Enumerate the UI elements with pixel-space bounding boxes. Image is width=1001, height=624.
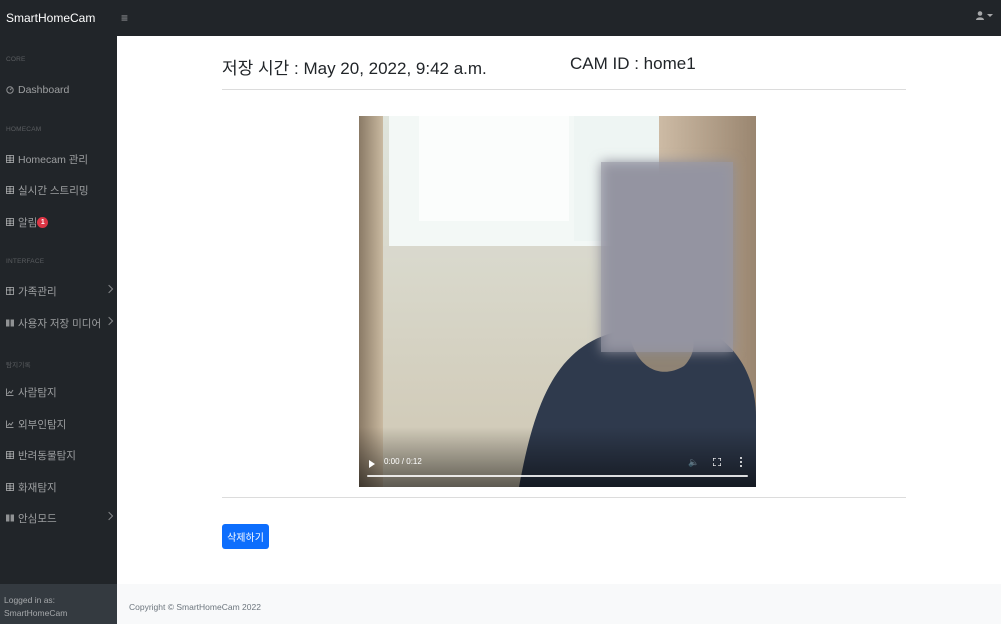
delete-button[interactable]: 삭제하기 [222, 524, 269, 549]
footer: Copyright © SmartHomeCam 2022 [117, 584, 1001, 624]
video-controls: 0:00 / 0:12 🔈 [359, 427, 756, 487]
play-icon[interactable] [369, 460, 375, 468]
divider-top [222, 89, 906, 90]
table-icon [6, 451, 14, 459]
fullscreen-icon[interactable] [713, 458, 721, 466]
video-time: 0:00 / 0:12 [384, 457, 422, 466]
logged-in-label: Logged in as: [4, 595, 56, 605]
sidebar-heading-detection: 탐지기록 [6, 362, 31, 369]
sidebar-item-homecam-manage[interactable]: Homecam 관리 [6, 150, 112, 168]
sidebar-item-live-streaming[interactable]: 실시간 스트리밍 [6, 181, 112, 199]
chevron-right-icon [104, 511, 114, 521]
sidebar-heading-homecam: HOMECAM [6, 126, 42, 133]
chevron-right-icon [104, 316, 114, 326]
sidebar-item-label: 사람탐지 [18, 386, 57, 399]
sidebar-heading-core: CORE [6, 56, 26, 63]
copyright-text: Copyright © SmartHomeCam 2022 [129, 602, 261, 612]
more-options-icon[interactable] [740, 457, 743, 467]
video-progress-bar[interactable] [367, 475, 748, 477]
table-icon [6, 287, 14, 295]
chart-icon [6, 388, 14, 396]
dashboard-icon [6, 86, 14, 94]
table-icon [6, 218, 14, 226]
sidebar: CORE Dashboard HOMECAM Homecam 관리 실시간 스트… [0, 36, 117, 624]
sidebar-item-user-media[interactable]: 사용자 저장 미디어 [6, 314, 114, 332]
top-navbar: SmartHomeCam ≡ [0, 0, 1001, 36]
sidebar-item-label: 사용자 저장 미디어 [18, 317, 102, 330]
sidebar-footer: Logged in as: SmartHomeCam [0, 584, 117, 624]
table-icon [6, 186, 14, 194]
chart-icon [6, 420, 14, 428]
sidebar-item-label: 실시간 스트리밍 [18, 184, 89, 197]
sidebar-item-family[interactable]: 가족관리 [6, 282, 114, 300]
brand-link[interactable]: SmartHomeCam [0, 11, 117, 25]
caret-down-icon [987, 14, 993, 17]
sidebar-item-label: 가족관리 [18, 285, 57, 298]
chevron-right-icon [104, 284, 114, 294]
sidebar-item-person-detect[interactable]: 사람탐지 [6, 383, 112, 401]
sidebar-item-stranger-detect[interactable]: 외부인탐지 [6, 415, 112, 433]
main-content: 저장 시간 : May 20, 2022, 9:42 a.m. CAM ID :… [117, 36, 1001, 584]
table-icon [6, 155, 14, 163]
sidebar-item-alerts[interactable]: 알림 1 [6, 213, 112, 231]
user-icon [976, 11, 984, 20]
cam-id-heading: CAM ID : home1 [570, 54, 696, 73]
sidebar-item-pet-detect[interactable]: 반려동물탐지 [6, 446, 112, 464]
columns-icon [6, 319, 14, 327]
video-player[interactable]: 0:00 / 0:12 🔈 [359, 116, 756, 487]
saved-time-heading: 저장 시간 : May 20, 2022, 9:42 a.m. [222, 59, 487, 78]
sidebar-item-safe-mode[interactable]: 안심모드 [6, 509, 114, 527]
sidebar-item-label: Homecam 관리 [18, 153, 89, 166]
sidebar-item-label: 외부인탐지 [18, 418, 67, 431]
user-menu[interactable] [976, 11, 993, 20]
sidebar-item-label: 화재탐지 [18, 481, 57, 494]
hamburger-icon[interactable]: ≡ [121, 11, 128, 25]
sidebar-item-label: 반려동물탐지 [18, 449, 76, 462]
sidebar-item-label: Dashboard [18, 84, 70, 96]
notification-badge: 1 [37, 216, 49, 228]
sidebar-item-label: 안심모드 [18, 512, 57, 525]
volume-icon[interactable]: 🔈 [688, 457, 699, 468]
logged-in-username: SmartHomeCam [4, 608, 68, 618]
sidebar-heading-interface: INTERFACE [6, 258, 45, 265]
table-icon [6, 483, 14, 491]
sidebar-item-dashboard[interactable]: Dashboard [6, 81, 112, 99]
divider-bottom [222, 497, 906, 498]
sidebar-item-label: 알림 [18, 216, 38, 229]
sidebar-item-fire-detect[interactable]: 화재탐지 [6, 478, 112, 496]
columns-icon [6, 514, 14, 522]
